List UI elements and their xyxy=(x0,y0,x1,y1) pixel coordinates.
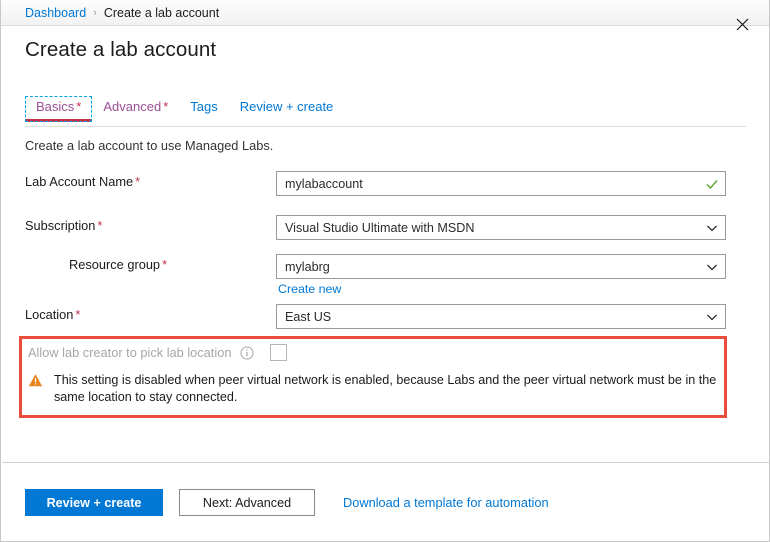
allow-lab-creator-warning-text: This setting is disabled when peer virtu… xyxy=(54,373,717,404)
tab-basics-label: Basics xyxy=(36,99,75,114)
blade-title-row: Create a lab account xyxy=(1,27,769,72)
label-subscription-text: Subscription xyxy=(25,218,96,233)
review-create-button[interactable]: Review + create xyxy=(25,489,163,516)
label-resource-group-required: * xyxy=(162,257,168,272)
allow-lab-creator-row: Allow lab creator to pick lab location xyxy=(28,344,288,361)
form-description: Create a lab account to use Managed Labs… xyxy=(25,138,274,153)
footer-action-bar: Review + create Next: Advanced Download … xyxy=(1,463,769,541)
label-subscription-required: * xyxy=(97,218,103,233)
next-advanced-button[interactable]: Next: Advanced xyxy=(179,489,315,516)
field-row-subscription: Subscription * Visual Studio Ultimate wit… xyxy=(1,215,769,240)
subscription-select[interactable]: Visual Studio Ultimate with MSDN xyxy=(276,215,726,240)
close-button[interactable] xyxy=(727,9,757,39)
label-subscription: Subscription * xyxy=(25,218,102,233)
tab-basics-required: * xyxy=(76,99,82,114)
breadcrumb-link-dashboard[interactable]: Dashboard xyxy=(25,6,86,20)
tab-basics[interactable]: Basics * xyxy=(25,96,93,122)
label-resource-group: Resource group * xyxy=(69,257,167,272)
allow-lab-creator-checkbox xyxy=(270,344,288,361)
location-value: East US xyxy=(285,309,332,324)
allow-lab-creator-label: Allow lab creator to pick lab location xyxy=(28,345,232,360)
lab-account-name-value: mylabaccount xyxy=(285,176,363,191)
allow-lab-creator-highlight-box: Allow lab creator to pick lab location T… xyxy=(19,336,727,418)
tab-tags[interactable]: Tags xyxy=(179,96,228,122)
label-location: Location * xyxy=(25,307,80,322)
label-resource-group-text: Resource group xyxy=(69,257,161,272)
breadcrumb-separator-icon: › xyxy=(93,6,97,19)
page-title: Create a lab account xyxy=(25,37,217,61)
breadcrumb: Dashboard › Create a lab account xyxy=(1,0,769,26)
field-row-resource-group: Resource group * mylabrg xyxy=(1,254,769,279)
chevron-down-icon xyxy=(705,260,719,274)
warning-icon xyxy=(28,373,43,388)
breadcrumb-current: Create a lab account xyxy=(103,5,220,20)
close-icon xyxy=(736,18,749,31)
label-lab-account-name: Lab Account Name * xyxy=(25,174,140,189)
create-new-resource-group-link[interactable]: Create new xyxy=(278,282,341,296)
label-location-text: Location xyxy=(25,307,74,322)
tab-review-create-label: Review + create xyxy=(239,99,334,114)
location-select[interactable]: East US xyxy=(276,304,726,329)
tab-advanced[interactable]: Advanced * xyxy=(92,96,179,122)
lab-account-name-input[interactable]: mylabaccount xyxy=(276,171,726,196)
chevron-down-icon xyxy=(705,310,719,324)
tab-review-create[interactable]: Review + create xyxy=(229,96,345,122)
subscription-value: Visual Studio Ultimate with MSDN xyxy=(285,220,475,235)
info-icon[interactable] xyxy=(240,346,254,360)
resource-group-select[interactable]: mylabrg xyxy=(276,254,726,279)
label-lab-account-name-text: Lab Account Name xyxy=(25,174,134,189)
resource-group-value: mylabrg xyxy=(285,259,330,274)
tab-tags-label: Tags xyxy=(190,99,218,114)
check-icon xyxy=(705,177,719,191)
field-row-lab-account-name: Lab Account Name * mylabaccount xyxy=(1,171,769,196)
label-location-required: * xyxy=(75,307,81,322)
tab-advanced-label: Advanced xyxy=(103,99,162,114)
field-row-location: Location * East US xyxy=(1,304,769,329)
download-template-link[interactable]: Download a template for automation xyxy=(343,489,549,516)
tab-advanced-required: * xyxy=(163,99,169,114)
label-lab-account-name-required: * xyxy=(135,174,141,189)
tab-bar: Basics * Advanced * Tags Review + create xyxy=(25,96,746,127)
chevron-down-icon xyxy=(705,221,719,235)
create-lab-account-blade: Dashboard › Create a lab account Create … xyxy=(0,0,770,542)
allow-lab-creator-warning: This setting is disabled when peer virtu… xyxy=(28,372,718,406)
